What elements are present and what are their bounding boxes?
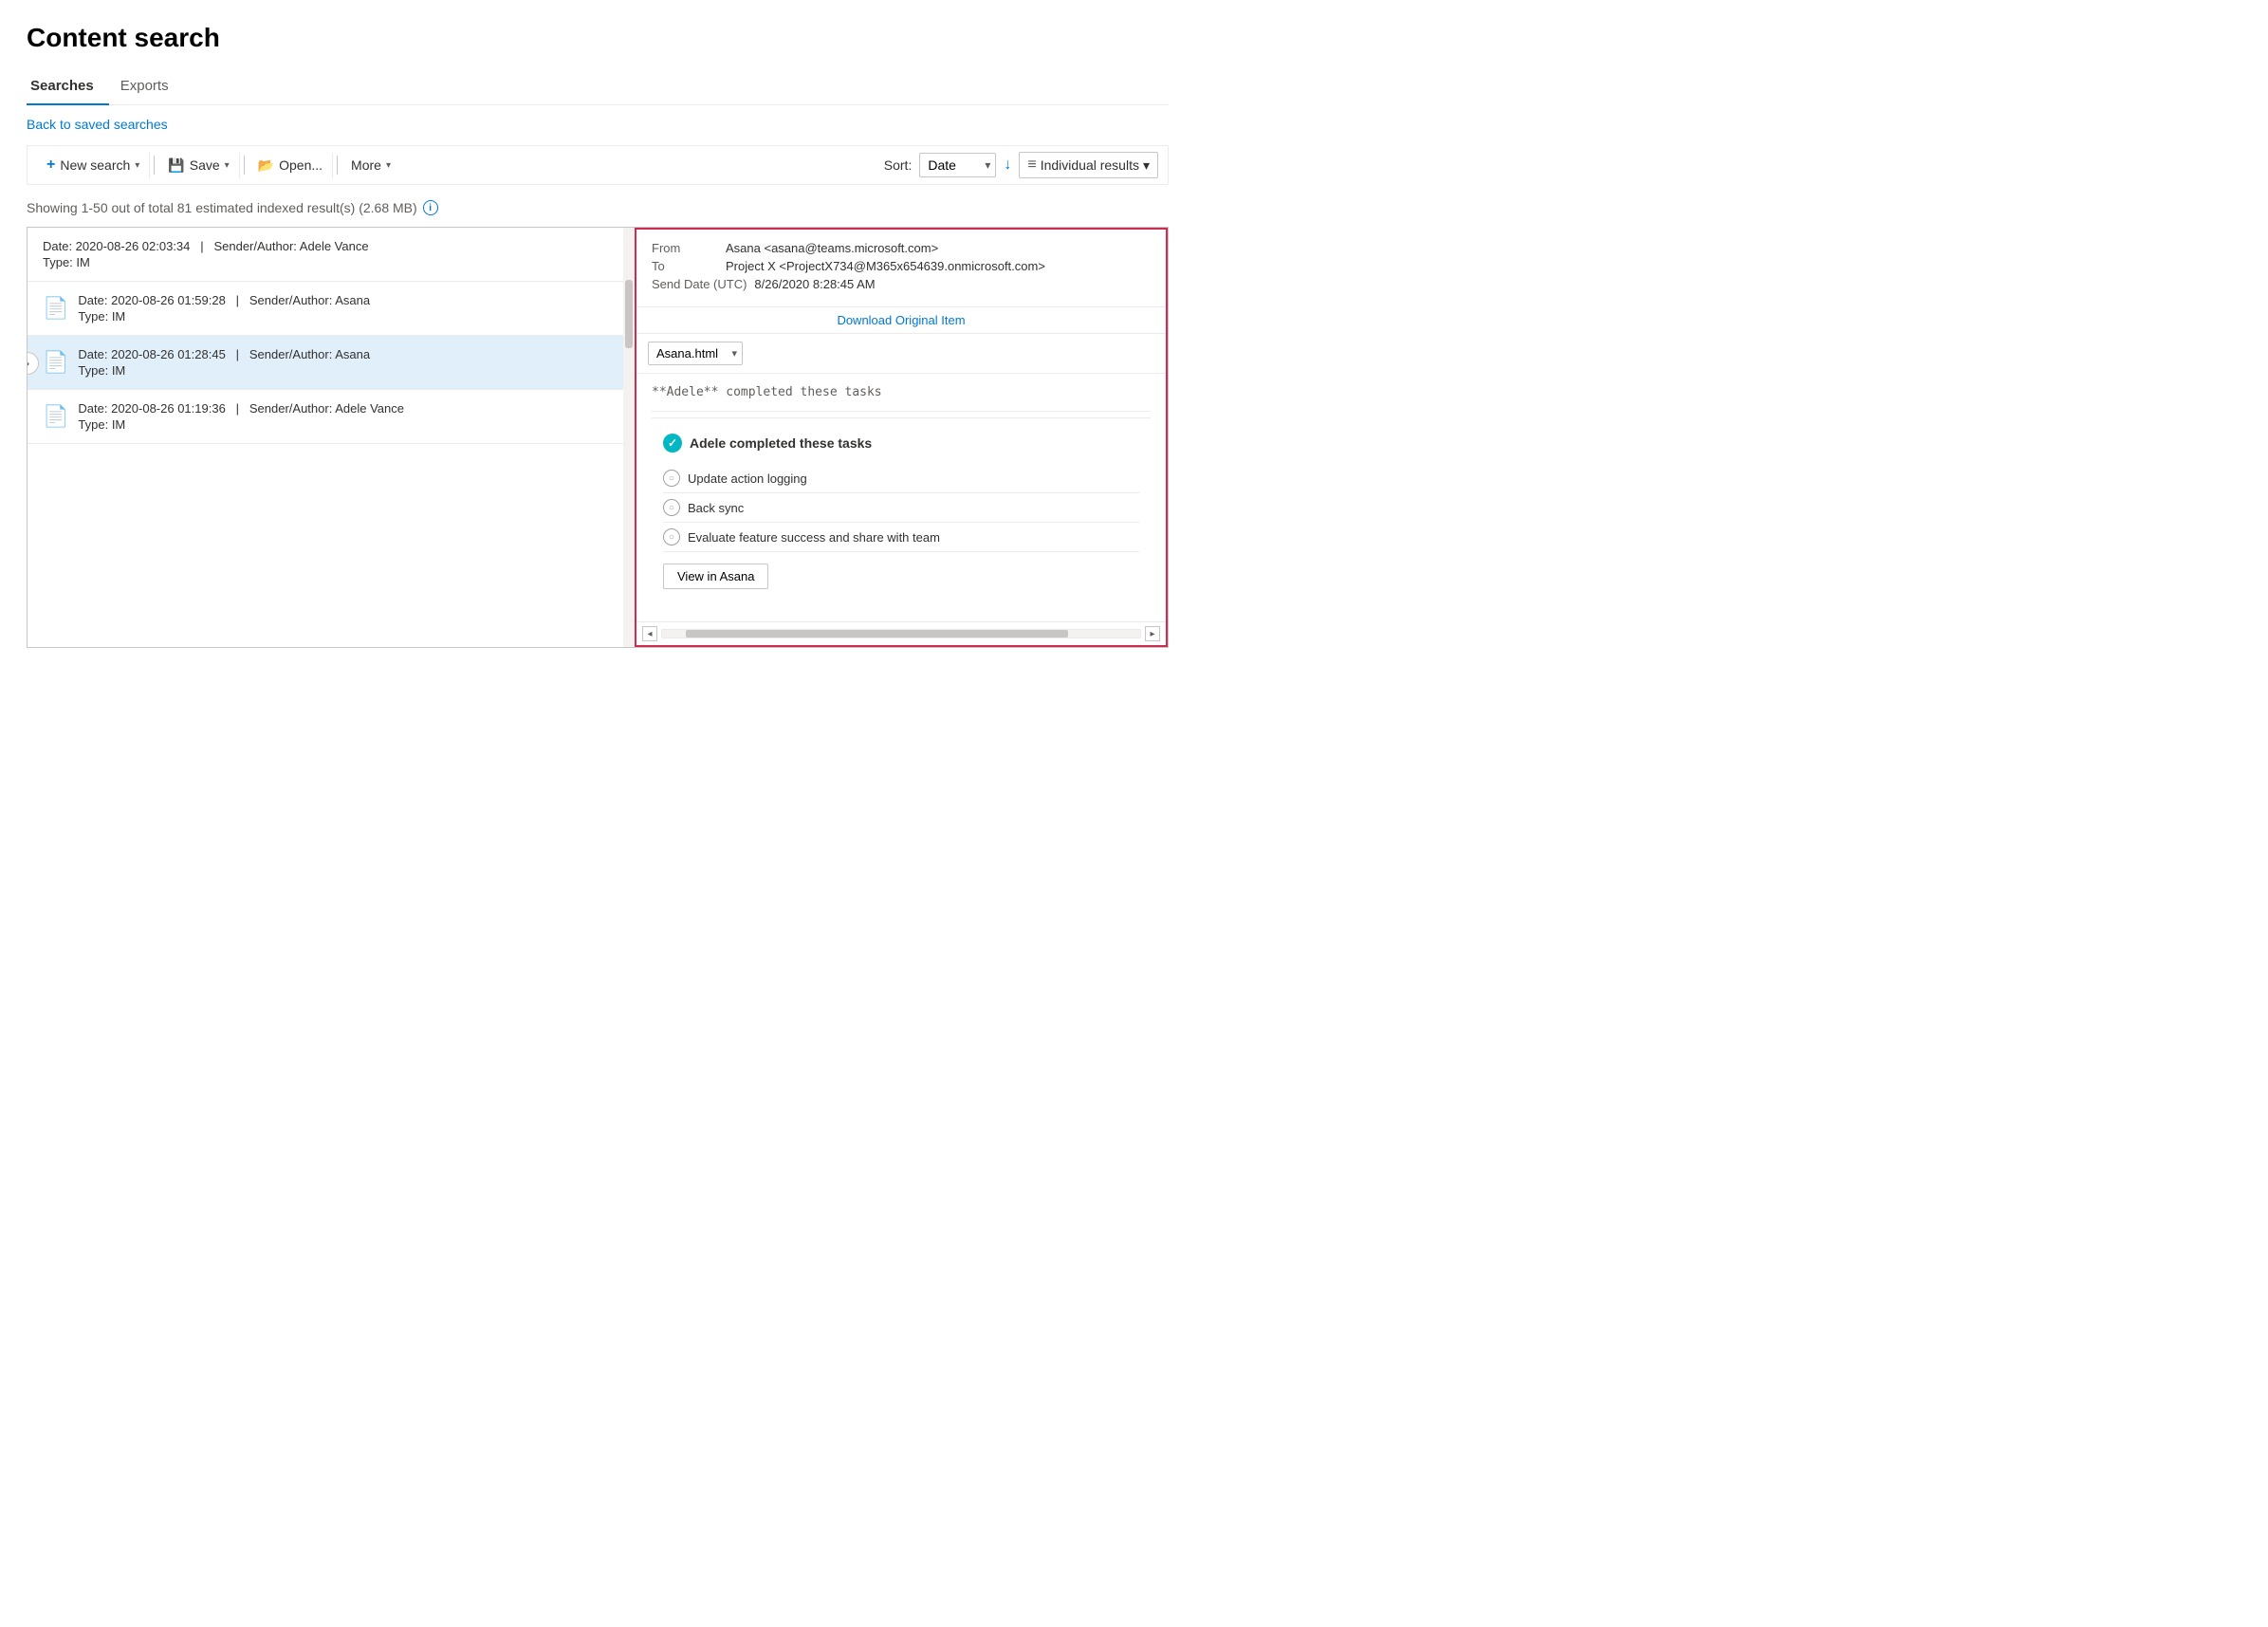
- format-select[interactable]: Asana.html Text: [648, 342, 743, 365]
- result-type: Type: IM: [78, 417, 404, 432]
- from-label: From: [652, 241, 718, 255]
- send-date-label: Send Date (UTC): [652, 277, 747, 291]
- scrollbar-thumb: [625, 280, 633, 348]
- scrollbar[interactable]: [623, 228, 635, 647]
- separator: [652, 417, 1151, 418]
- more-button[interactable]: More ▾: [341, 153, 400, 177]
- file-icon: [43, 295, 68, 322]
- toolbar-separator-2: [244, 156, 245, 175]
- email-body: **Adele** completed these tasks ✓ Adele …: [636, 374, 1166, 621]
- sort-direction-icon[interactable]: ↓: [1004, 157, 1011, 174]
- toolbar-separator-3: [337, 156, 338, 175]
- preview-panel: From Asana <asana@teams.microsoft.com> T…: [635, 228, 1168, 647]
- result-type: Type: IM: [78, 363, 370, 378]
- sort-area: Sort: Date Subject Sender Size ↓ Individ…: [884, 152, 1158, 178]
- individual-results-button[interactable]: Individual results ▾: [1019, 152, 1158, 178]
- save-button[interactable]: Save ▾: [158, 153, 239, 178]
- result-item-selected-container: Date: 2020-08-26 01:28:45 | Sender/Autho…: [28, 336, 635, 390]
- plus-icon: [46, 157, 55, 174]
- task-check-icon: ○: [663, 470, 680, 487]
- new-search-chevron-icon: ▾: [135, 160, 139, 171]
- tabs-bar: Searches Exports: [27, 68, 1169, 105]
- task-label: Evaluate feature success and share with …: [688, 530, 940, 545]
- result-meta: Date: 2020-08-26 02:03:34 | Sender/Autho…: [43, 239, 619, 253]
- email-from-row: From Asana <asana@teams.microsoft.com>: [652, 241, 1151, 255]
- scroll-track[interactable]: [661, 629, 1141, 638]
- result-meta: Date: 2020-08-26 01:59:28 | Sender/Autho…: [78, 293, 370, 307]
- to-value: Project X <ProjectX734@M365x654639.onmic…: [726, 259, 1151, 273]
- bottom-scrollbar: ◂ ▸: [636, 621, 1166, 645]
- task-section: ✓ Adele completed these tasks ○ Update a…: [652, 424, 1151, 610]
- sort-select[interactable]: Date Subject Sender Size: [919, 153, 996, 177]
- new-search-button[interactable]: New search ▾: [37, 152, 150, 178]
- format-select-container: Asana.html Text: [648, 342, 743, 365]
- result-meta-block: Date: 2020-08-26 01:59:28 | Sender/Autho…: [78, 293, 370, 324]
- save-icon: [168, 157, 184, 174]
- results-panel: Date: 2020-08-26 02:03:34 | Sender/Autho…: [28, 228, 635, 647]
- result-meta: Date: 2020-08-26 01:19:36 | Sender/Autho…: [78, 401, 404, 416]
- format-select-area: Asana.html Text: [636, 334, 1166, 374]
- task-label: Back sync: [688, 501, 744, 515]
- results-info: Showing 1-50 out of total 81 estimated i…: [27, 200, 1169, 215]
- scroll-track-thumb: [686, 630, 1068, 638]
- from-value: Asana <asana@teams.microsoft.com>: [726, 241, 1151, 255]
- scroll-left-arrow[interactable]: ◂: [642, 626, 657, 641]
- toolbar: New search ▾ Save ▾ Open... More ▾ Sort:…: [27, 145, 1169, 185]
- result-item[interactable]: Date: 2020-08-26 01:59:28 | Sender/Autho…: [28, 282, 635, 336]
- task-header: ✓ Adele completed these tasks: [663, 434, 1139, 453]
- email-to-row: To Project X <ProjectX734@M365x654639.on…: [652, 259, 1151, 273]
- task-item: ○ Update action logging: [663, 464, 1139, 493]
- list-icon: [1027, 157, 1036, 174]
- open-icon: [258, 157, 274, 174]
- page-title: Content search: [27, 23, 1169, 53]
- scroll-right-arrow[interactable]: ▸: [1145, 626, 1160, 641]
- view-in-asana-button[interactable]: View in Asana: [663, 564, 768, 589]
- sort-select-wrap: Date Subject Sender Size: [919, 153, 996, 177]
- email-body-raw: **Adele** completed these tasks: [652, 385, 1151, 399]
- to-label: To: [652, 259, 718, 273]
- save-chevron-icon: ▾: [225, 160, 230, 171]
- file-icon: [43, 403, 68, 430]
- result-item[interactable]: Date: 2020-08-26 02:03:34 | Sender/Autho…: [28, 228, 635, 282]
- result-meta-block: Date: 2020-08-26 01:28:45 | Sender/Autho…: [78, 347, 370, 378]
- send-date-value: 8/26/2020 8:28:45 AM: [754, 277, 1151, 291]
- result-meta: Date: 2020-08-26 01:28:45 | Sender/Autho…: [78, 347, 370, 361]
- email-header: From Asana <asana@teams.microsoft.com> T…: [636, 230, 1166, 307]
- task-check-green-icon: ✓: [663, 434, 682, 453]
- tab-searches[interactable]: Searches: [27, 68, 109, 105]
- task-header-text: Adele completed these tasks: [690, 435, 872, 451]
- task-label: Update action logging: [688, 471, 807, 486]
- more-chevron-icon: ▾: [386, 160, 391, 171]
- result-item[interactable]: Date: 2020-08-26 01:19:36 | Sender/Autho…: [28, 390, 635, 444]
- email-senddate-row: Send Date (UTC) 8/26/2020 8:28:45 AM: [652, 277, 1151, 291]
- separator: [652, 411, 1151, 412]
- info-icon[interactable]: i: [423, 200, 438, 215]
- file-icon: [43, 349, 68, 376]
- toolbar-separator-1: [154, 156, 155, 175]
- open-button[interactable]: Open...: [249, 153, 333, 178]
- task-item: ○ Evaluate feature success and share wit…: [663, 523, 1139, 552]
- task-item: ○ Back sync: [663, 493, 1139, 523]
- individual-results-chevron-icon: ▾: [1143, 157, 1150, 174]
- main-content: Date: 2020-08-26 02:03:34 | Sender/Autho…: [27, 227, 1169, 648]
- result-item-selected[interactable]: Date: 2020-08-26 01:28:45 | Sender/Autho…: [28, 336, 635, 390]
- tab-exports[interactable]: Exports: [117, 68, 184, 105]
- task-check-icon: ○: [663, 499, 680, 516]
- task-check-icon: ○: [663, 528, 680, 545]
- page-container: Content search Searches Exports Back to …: [0, 0, 1195, 671]
- sort-label: Sort:: [884, 157, 913, 173]
- result-type: Type: IM: [78, 309, 370, 324]
- back-to-saved-searches-link[interactable]: Back to saved searches: [27, 117, 168, 132]
- download-original-link[interactable]: Download Original Item: [636, 307, 1166, 334]
- result-type: Type: IM: [43, 255, 619, 269]
- result-meta-block: Date: 2020-08-26 01:19:36 | Sender/Autho…: [78, 401, 404, 432]
